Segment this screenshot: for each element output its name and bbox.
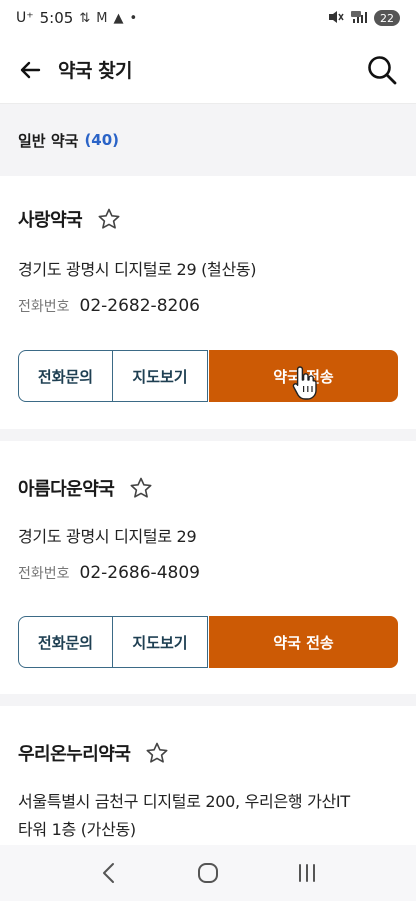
- nav-home-button[interactable]: [188, 853, 228, 893]
- search-icon: [368, 55, 397, 84]
- section-header: 일반 약국 (40): [0, 105, 416, 175]
- page-title: 약국 찾기: [58, 60, 133, 82]
- star-icon[interactable]: [128, 475, 154, 501]
- pharmacy-name: 우리온누리약국: [18, 744, 131, 765]
- arrow-left-icon: [20, 61, 41, 78]
- clock: 5:05: [39, 9, 74, 27]
- phone-row: 전화번호 02-2682-8206: [18, 296, 200, 316]
- phone-number: 02-2682-8206: [79, 296, 200, 316]
- pharmacy-address: 경기도 광명시 디지털로 29: [18, 523, 197, 551]
- phone-number: 02-2686-4809: [79, 563, 200, 583]
- dot-icon: •: [129, 10, 138, 26]
- address-line: 경기도 광명시 디지털로 29: [18, 527, 197, 546]
- pharmacy-card: 사랑약국 경기도 광명시 디지털로 29 (철산동) 전화번호 02-2682-…: [0, 176, 416, 429]
- map-button[interactable]: 지도보기: [113, 616, 208, 668]
- pharmacy-card: 우리온누리약국 서울특별시 금천구 디지털로 200, 우리은행 가산IT 타워…: [0, 706, 416, 845]
- call-button[interactable]: 전화문의: [18, 616, 113, 668]
- system-nav-bar: [0, 845, 416, 901]
- search-button[interactable]: [364, 52, 400, 88]
- mail-icon: M: [96, 10, 108, 26]
- call-button[interactable]: 전화문의: [18, 350, 113, 402]
- nav-back-button[interactable]: [89, 853, 129, 893]
- app-header: 약국 찾기: [0, 36, 416, 104]
- action-buttons: 전화문의 지도보기 약국 전송: [18, 616, 398, 668]
- section-label: 일반 약국: [18, 131, 79, 150]
- carrier-label: U⁺: [16, 10, 34, 26]
- section-count: (40): [84, 131, 120, 149]
- star-icon[interactable]: [144, 740, 170, 766]
- mute-icon: [328, 10, 344, 27]
- hand-pointer-icon: [292, 366, 317, 400]
- home-nav-icon: [197, 863, 218, 883]
- back-nav-icon: [103, 863, 115, 883]
- address-line: 타워 1층 (가산동): [18, 820, 136, 839]
- pharmacy-name: 사랑약국: [18, 210, 83, 231]
- recents-nav-icon: [298, 864, 315, 882]
- card-title-row: 아름다운약국: [18, 475, 154, 501]
- send-pharmacy-button[interactable]: 약국 전송: [209, 350, 398, 402]
- phone-label: 전화번호: [18, 566, 70, 582]
- pharmacy-name: 아름다운약국: [18, 479, 115, 500]
- alert-icon: ▲: [113, 10, 124, 26]
- address-line: 서울특별시 금천구 디지털로 200, 우리은행 가산IT: [18, 792, 350, 811]
- pharmacy-address: 서울특별시 금천구 디지털로 200, 우리은행 가산IT 타워 1층 (가산동…: [18, 788, 408, 844]
- status-left: U⁺ 5:05 ⇅ M ▲ •: [16, 9, 137, 27]
- signal-icon: ⇅: [79, 10, 91, 26]
- star-icon[interactable]: [96, 206, 122, 232]
- action-buttons: 전화문의 지도보기 약국 전송: [18, 350, 398, 402]
- back-button[interactable]: [16, 56, 44, 84]
- battery-icon: 22: [374, 10, 400, 26]
- status-right: 22: [328, 10, 400, 27]
- pharmacy-address: 경기도 광명시 디지털로 29 (철산동): [18, 256, 257, 284]
- card-title-row: 우리온누리약국: [18, 740, 170, 766]
- nav-recents-button[interactable]: [287, 853, 327, 893]
- phone-label: 전화번호: [18, 299, 70, 315]
- card-title-row: 사랑약국: [18, 206, 122, 232]
- status-bar: U⁺ 5:05 ⇅ M ▲ • 22: [0, 0, 416, 36]
- map-button[interactable]: 지도보기: [113, 350, 208, 402]
- wifi-icon: [350, 10, 368, 27]
- pharmacy-card: 아름다운약국 경기도 광명시 디지털로 29 전화번호 02-2686-4809…: [0, 441, 416, 694]
- phone-row: 전화번호 02-2686-4809: [18, 563, 200, 583]
- send-pharmacy-button[interactable]: 약국 전송: [209, 616, 398, 668]
- address-line: 경기도 광명시 디지털로 29 (철산동): [18, 260, 257, 279]
